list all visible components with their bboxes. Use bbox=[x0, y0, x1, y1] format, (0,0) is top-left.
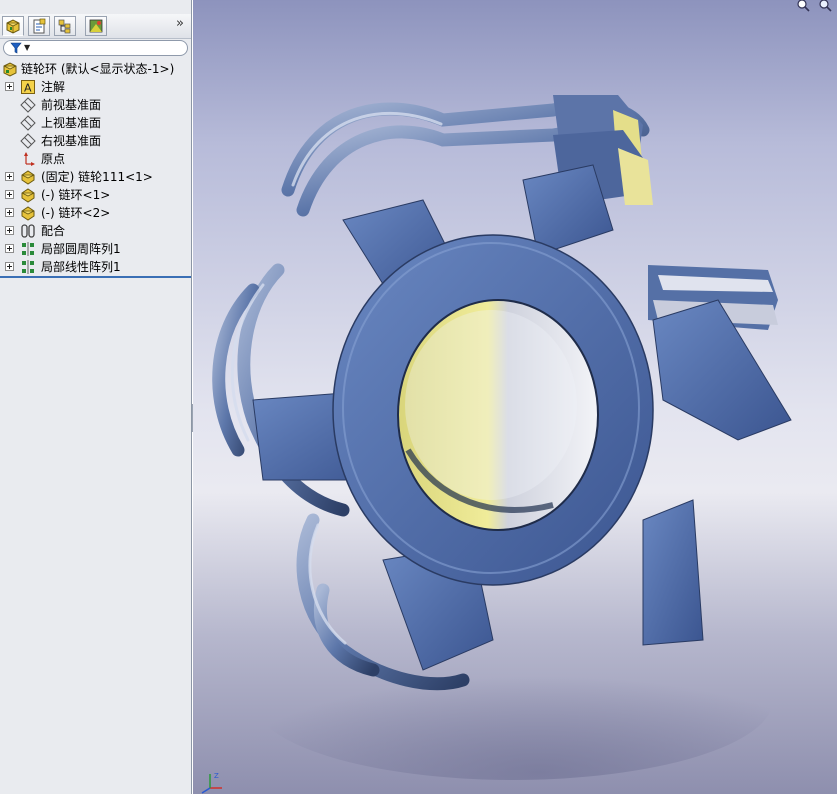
panel-tab-bar bbox=[0, 14, 191, 39]
expand-toggle[interactable] bbox=[5, 82, 14, 91]
part-icon bbox=[21, 170, 35, 185]
expand-toggle[interactable] bbox=[5, 172, 14, 181]
plane-icon bbox=[20, 97, 36, 113]
tree-item-label: 局部线性阵列1 bbox=[41, 260, 121, 274]
svg-text:A: A bbox=[24, 82, 32, 95]
tree-item-front-plane[interactable]: 前视基准面 bbox=[0, 96, 191, 114]
tab-configuration-manager[interactable] bbox=[54, 16, 76, 36]
tree-filter-box[interactable]: ▼ bbox=[3, 40, 188, 56]
tree-item-mates[interactable]: 配合 bbox=[0, 222, 191, 240]
coordinate-triad-icon: Z bbox=[201, 772, 222, 794]
configuration-manager-icon bbox=[58, 19, 71, 34]
expand-toggle[interactable] bbox=[5, 190, 14, 199]
svg-text:Z: Z bbox=[214, 772, 219, 780]
tree-item-top-plane[interactable]: 上视基准面 bbox=[0, 114, 191, 132]
feature-manager-icon bbox=[6, 19, 20, 34]
tree-item-chain-link-1[interactable]: (-) 链环<1> bbox=[0, 186, 191, 204]
model-render bbox=[212, 95, 792, 780]
expand-toggle[interactable] bbox=[5, 208, 14, 217]
display-manager-icon bbox=[89, 19, 103, 33]
part-icon bbox=[21, 188, 35, 203]
heads-up-view-toolbar: ▼ ▼ ▼ ▼ bbox=[796, 0, 837, 14]
annotations-icon: A bbox=[21, 80, 35, 95]
tab-property-manager[interactable] bbox=[28, 16, 50, 36]
graphics-area[interactable]: ▼ ▼ ▼ ▼ bbox=[193, 0, 837, 794]
tree-item-label: 原点 bbox=[41, 152, 66, 166]
plane-icon bbox=[20, 133, 36, 149]
tree-item-linear-pattern[interactable]: 局部线性阵列1 bbox=[0, 258, 191, 276]
pattern-icon bbox=[22, 260, 34, 274]
tree-item-label: 右视基准面 bbox=[41, 134, 102, 148]
part-icon bbox=[21, 206, 35, 221]
tab-display-manager[interactable] bbox=[85, 16, 107, 36]
tree-item-chain-link-2[interactable]: (-) 链环<2> bbox=[0, 204, 191, 222]
tree-item-label: 配合 bbox=[41, 224, 66, 238]
tree-item-origin[interactable]: 原点 bbox=[0, 150, 191, 168]
tree-item-sprocket[interactable]: (固定) 链轮111<1> bbox=[0, 168, 191, 186]
tree-root-label: 链轮环 (默认<显示状态-1>) bbox=[21, 62, 175, 76]
tree-item-label: (固定) 链轮111<1> bbox=[41, 170, 153, 184]
assembly-icon bbox=[3, 62, 17, 77]
tree-item-circular-pattern[interactable]: 局部圆周阵列1 bbox=[0, 240, 191, 258]
collapse-panel-arrow[interactable]: » bbox=[172, 16, 188, 32]
filter-dropdown-caret[interactable]: ▼ bbox=[24, 41, 30, 55]
sprocket-front bbox=[252, 164, 792, 671]
origin-icon bbox=[24, 152, 35, 166]
expand-toggle[interactable] bbox=[5, 244, 14, 253]
zoom-area-icon[interactable] bbox=[818, 0, 833, 12]
tree-item-label: (-) 链环<2> bbox=[41, 206, 111, 220]
tree-item-label: 前视基准面 bbox=[41, 98, 102, 112]
mates-icon bbox=[21, 224, 35, 238]
expand-toggle[interactable] bbox=[5, 262, 14, 271]
tree-divider bbox=[0, 276, 191, 278]
feature-manager-panel: » ▼ 链轮环 (默认<显示状态-1>) A 注解 前视基准面 上视基准面 右视… bbox=[0, 0, 192, 794]
plane-icon bbox=[20, 115, 36, 131]
tree-item-annotations[interactable]: A 注解 bbox=[0, 78, 191, 96]
tree-item-right-plane[interactable]: 右视基准面 bbox=[0, 132, 191, 150]
tree-root[interactable]: 链轮环 (默认<显示状态-1>) bbox=[0, 60, 191, 78]
zoom-to-fit-icon[interactable] bbox=[796, 0, 811, 12]
expand-toggle[interactable] bbox=[5, 226, 14, 235]
tree-item-label: 注解 bbox=[41, 80, 66, 94]
filter-icon bbox=[10, 42, 22, 54]
tab-feature-manager[interactable] bbox=[2, 16, 24, 36]
tree-item-label: 上视基准面 bbox=[41, 116, 102, 130]
pattern-icon bbox=[22, 242, 34, 256]
tree-item-label: (-) 链环<1> bbox=[41, 188, 111, 202]
property-manager-icon bbox=[33, 18, 46, 34]
tree-item-label: 局部圆周阵列1 bbox=[41, 242, 121, 256]
